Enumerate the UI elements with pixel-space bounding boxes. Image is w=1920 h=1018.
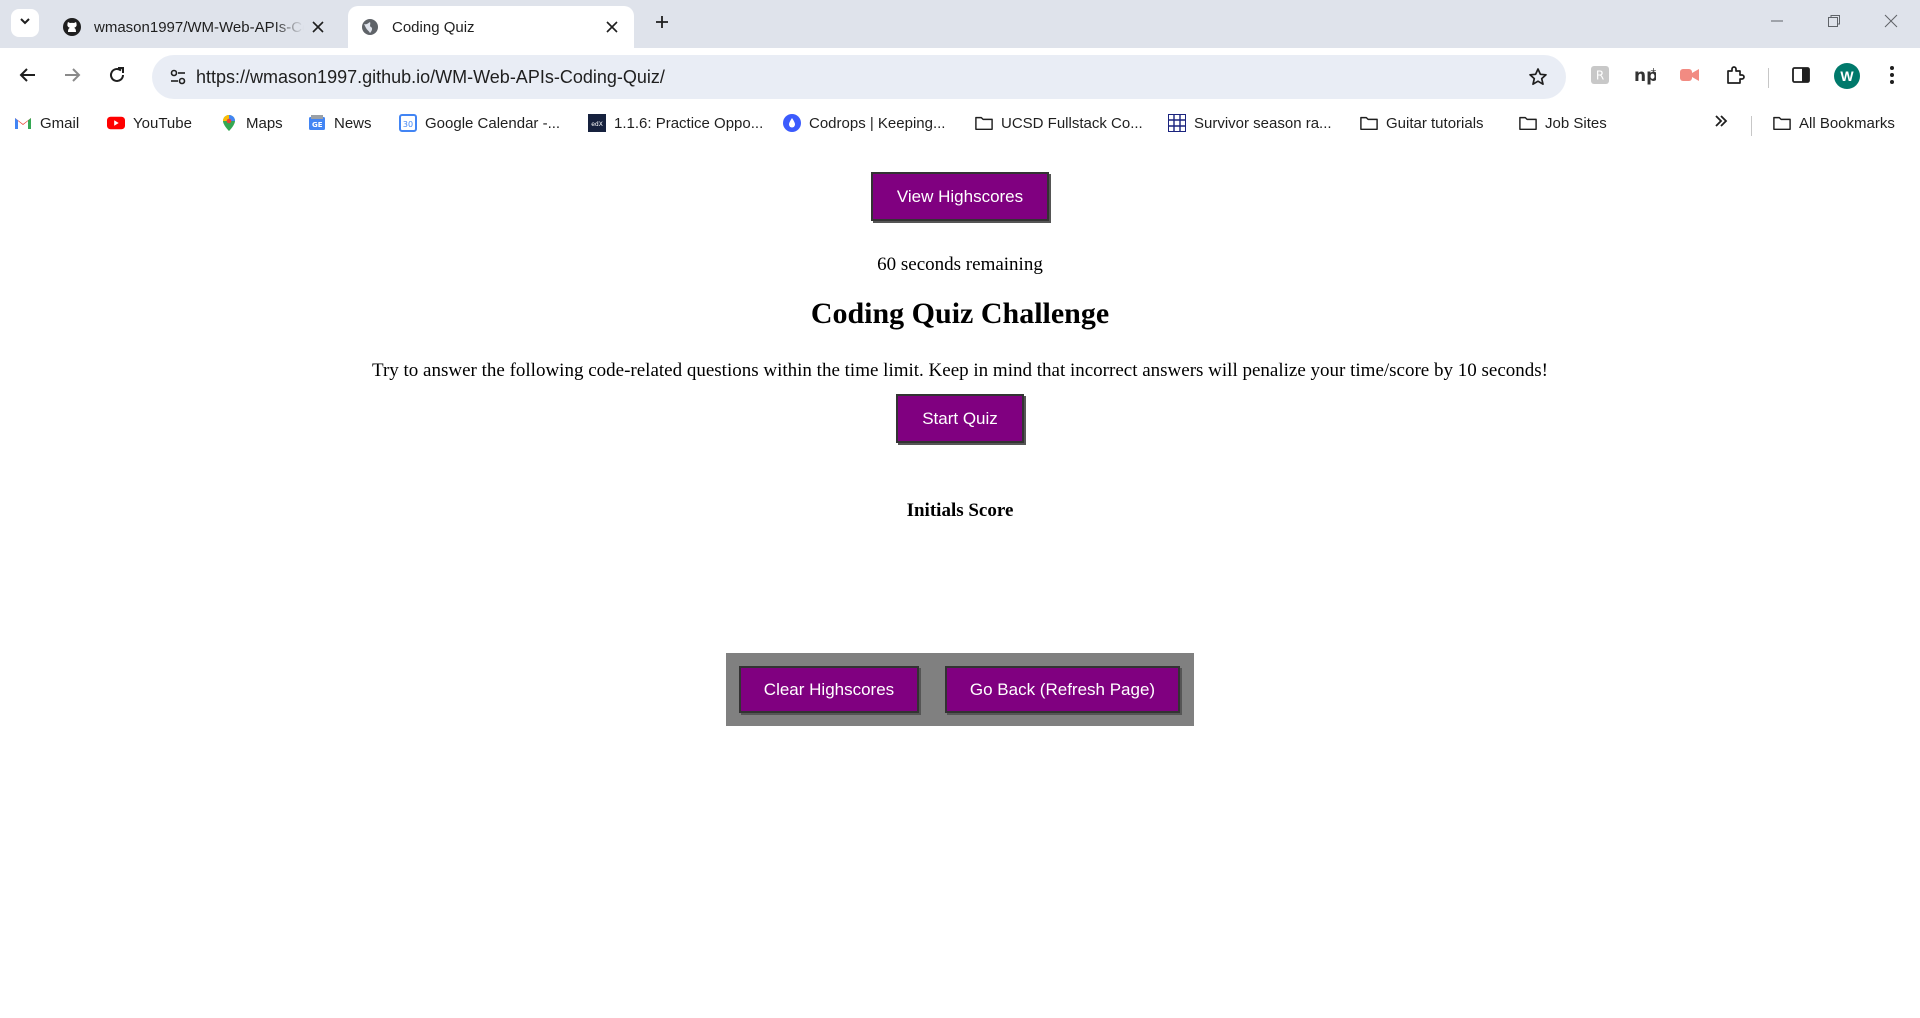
back-button[interactable] [12,61,44,93]
extension-button[interactable]: np + [1629,61,1661,93]
puzzle-icon [1725,65,1745,90]
calendar-icon: 30 [399,114,417,132]
highscores-button-panel: Clear Highscores Go Back (Refresh Page) [726,653,1194,726]
globe-icon [360,17,380,37]
svg-text:R: R [1596,68,1604,82]
plus-icon [654,14,670,35]
profile-avatar[interactable]: W [1834,63,1860,89]
window-close-button[interactable] [1862,0,1920,46]
browser-toolbar: https://wmason1997.github.io/WM-Web-APIs… [0,48,1920,106]
all-bookmarks-button[interactable]: All Bookmarks [1773,110,1895,136]
tab-search-button[interactable] [11,9,39,37]
tab-title: wmason1997/WM-Web-APIs-Coding-Quiz [94,18,304,36]
bookmark-label: Job Sites [1545,114,1607,132]
start-quiz-button[interactable]: Start Quiz [896,394,1024,443]
svg-text:30: 30 [403,120,413,129]
youtube-icon [107,114,125,132]
tab-strip: wmason1997/WM-Web-APIs-Coding-Quiz Codin… [0,0,1920,48]
timer-text: 60 seconds remaining [877,254,1043,275]
codrops-icon [783,114,801,132]
extension-button[interactable]: R [1584,61,1616,93]
bookmark-youtube[interactable]: YouTube [107,110,192,136]
svg-text:+: + [1650,66,1656,75]
minimize-icon [1770,14,1784,33]
svg-text:GE: GE [312,121,323,129]
np-extension-icon: np + [1634,65,1658,90]
tab-github[interactable]: wmason1997/WM-Web-APIs-Coding-Quiz [50,6,340,48]
extensions-menu-button[interactable] [1719,61,1751,93]
github-icon [62,17,82,37]
gmail-icon [14,114,32,132]
folder-icon [975,114,993,132]
clear-highscores-button[interactable]: Clear Highscores [739,666,919,713]
side-panel-button[interactable] [1785,61,1817,93]
extension-button[interactable] [1674,61,1706,93]
new-tab-button[interactable] [648,10,676,38]
forward-button[interactable] [56,61,88,93]
quiz-page: View Highscores 60 seconds remaining Cod… [0,140,1920,1018]
bookmarks-bar: Gmail YouTube Maps GE News 30 Google Cal… [0,106,1920,140]
reload-icon [108,66,126,89]
close-icon[interactable] [598,13,626,41]
close-icon [1884,14,1898,33]
site-settings-icon[interactable] [162,61,194,93]
bookmark-gmail[interactable]: Gmail [14,110,79,136]
bookmark-label: Codrops | Keeping... [809,114,946,132]
bookmark-star-icon[interactable] [1524,63,1552,91]
bookmark-folder-job-sites[interactable]: Job Sites [1519,110,1607,136]
more-vertical-icon [1889,65,1895,90]
browser-menu-button[interactable] [1876,61,1908,93]
bookmark-label: Survivor season ra... [1194,114,1332,132]
close-icon[interactable] [304,13,332,41]
folder-icon [1773,114,1791,132]
bookmark-label: Guitar tutorials [1386,114,1484,132]
bookmark-label: Maps [246,114,283,132]
page-title: Coding Quiz Challenge [810,297,1110,330]
double-chevron-right-icon [1714,114,1728,132]
bookmark-label: UCSD Fullstack Co... [1001,114,1143,132]
toolbar-divider [1768,68,1769,88]
extension-r-icon: R [1590,65,1610,90]
restore-icon [1827,14,1841,33]
all-bookmarks-label: All Bookmarks [1799,114,1895,132]
minimize-button[interactable] [1748,0,1806,46]
news-icon: GE [308,114,326,132]
bookmarks-overflow-button[interactable] [1714,110,1728,136]
edx-icon: edX [588,114,606,132]
url-text[interactable]: https://wmason1997.github.io/WM-Web-APIs… [196,67,665,88]
bookmark-label: Gmail [40,114,80,132]
folder-icon [1519,114,1537,132]
bookmark-folder-ucsd[interactable]: UCSD Fullstack Co... [975,110,1143,136]
tab-title: Coding Quiz [392,18,475,36]
highscores-header: Initials Score [906,500,1014,521]
quiz-description: Try to answer the following code-related… [372,360,1548,381]
grid-icon [1168,114,1186,132]
bookmark-google-calendar[interactable]: 30 Google Calendar -... [399,110,560,136]
folder-icon [1360,114,1378,132]
arrow-left-icon [19,66,37,89]
bookmark-label: News [334,114,372,132]
arrow-right-icon [63,66,81,89]
bookmark-practice[interactable]: edX 1.1.6: Practice Oppo... [588,110,763,136]
view-highscores-button[interactable]: View Highscores [871,172,1049,221]
bookmark-label: YouTube [133,114,192,132]
bookmark-label: 1.1.6: Practice Oppo... [614,114,764,132]
bookmark-folder-guitar[interactable]: Guitar tutorials [1360,110,1484,136]
reload-button[interactable] [101,61,133,93]
chevron-down-icon [18,14,32,33]
bookmark-news[interactable]: GE News [308,110,372,136]
svg-text:edX: edX [591,121,603,128]
maps-icon [220,114,238,132]
bookmark-maps[interactable]: Maps [220,110,283,136]
go-back-button[interactable]: Go Back (Refresh Page) [945,666,1180,713]
recorder-extension-icon [1679,65,1701,90]
bookmarks-divider [1751,116,1752,136]
address-bar[interactable]: https://wmason1997.github.io/WM-Web-APIs… [152,55,1566,99]
bookmark-survivor[interactable]: Survivor season ra... [1168,110,1332,136]
restore-button[interactable] [1805,0,1863,46]
tab-coding-quiz[interactable]: Coding Quiz [348,6,634,48]
bookmark-codrops[interactable]: Codrops | Keeping... [783,110,945,136]
side-panel-icon [1791,65,1811,90]
bookmark-label: Google Calendar -... [425,114,561,132]
